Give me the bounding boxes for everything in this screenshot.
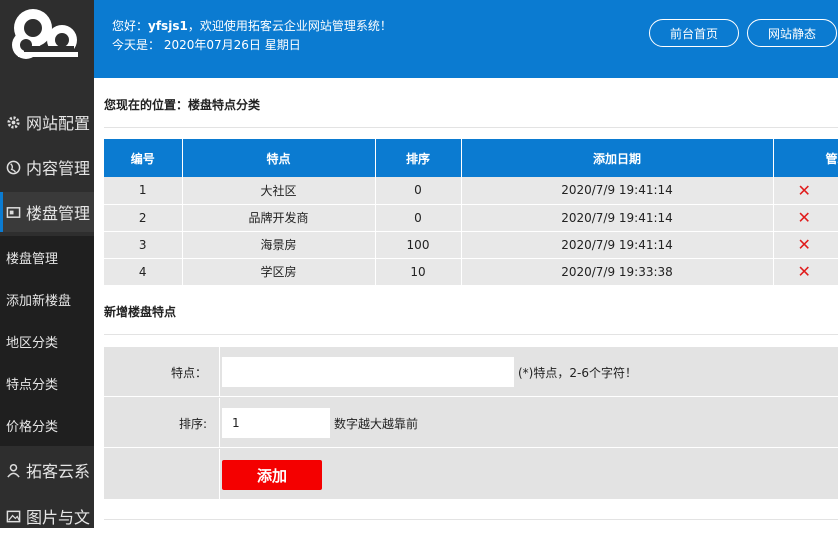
delete-icon[interactable]: ✕ xyxy=(798,235,811,254)
column-header-date: 添加日期 xyxy=(461,139,774,177)
greeting-suffix: ，欢迎使用拓客云企业网站管理系统！ xyxy=(187,19,392,33)
add-feature-form: 特点： (*)特点，2-6个字符！ 排序: 数字越大越靠前 添加 xyxy=(104,347,838,499)
cell-manage: ✕ xyxy=(773,231,838,259)
cell-date: 2020/7/9 19:41:14 xyxy=(461,231,774,259)
add-button[interactable]: 添加 xyxy=(222,460,322,490)
feature-hint: (*)特点，2-6个字符！ xyxy=(518,366,637,380)
date-line: 今天是： 2020年07月26日 星期日 xyxy=(112,38,301,52)
globe-icon xyxy=(5,159,21,175)
top-bar: 您好：yfsjs1，欢迎使用拓客云企业网站管理系统！ 今天是： 2020年07月… xyxy=(94,0,838,78)
feature-label: 特点： xyxy=(104,347,220,397)
greeting-prefix: 您好： xyxy=(112,19,149,33)
delete-icon[interactable]: ✕ xyxy=(798,208,811,227)
delete-icon[interactable]: ✕ xyxy=(798,262,811,281)
sidebar-subitem-label: 添加新楼盘 xyxy=(6,293,72,309)
column-header-manage: 管理 xyxy=(773,139,838,177)
static-site-button[interactable]: 网站静态 xyxy=(747,19,837,47)
logo xyxy=(0,0,94,78)
sidebar-item-label: 内容管理 xyxy=(26,159,91,178)
gear-icon xyxy=(5,114,21,130)
table-row: 4 学区房 10 2020/7/9 19:33:38 ✕ xyxy=(104,258,838,286)
sidebar-item-property[interactable]: 楼盘管理 xyxy=(0,192,94,232)
sidebar-subitem-label: 特点分类 xyxy=(6,377,59,393)
form-row-feature: 特点： (*)特点，2-6个字符！ xyxy=(104,347,838,397)
cell-date: 2020/7/9 19:41:14 xyxy=(461,204,774,232)
breadcrumb: 您现在的位置：楼盘特点分类 xyxy=(104,98,261,112)
cell-date: 2020/7/9 19:41:14 xyxy=(461,177,774,205)
sidebar-item-label: 楼盘管理 xyxy=(26,204,91,223)
sidebar: 网站配置 内容管理 楼盘管理 楼盘管理 添加新楼盘 地区分类 特点分类 价格分类… xyxy=(0,0,94,528)
cell-id: 3 xyxy=(104,231,183,259)
cell-manage: ✕ xyxy=(773,258,838,286)
column-header-id: 编号 xyxy=(104,139,183,177)
cell-date: 2020/7/9 19:33:38 xyxy=(461,258,774,286)
divider xyxy=(104,519,838,520)
divider xyxy=(104,127,838,128)
delete-icon[interactable]: ✕ xyxy=(798,181,811,200)
cell-order: 10 xyxy=(375,258,462,286)
sidebar-subitem-label: 地区分类 xyxy=(6,335,59,351)
add-feature-title: 新增楼盘特点 xyxy=(104,305,177,319)
cloud-logo-icon xyxy=(12,9,78,59)
table-row: 1 大社区 0 2020/7/9 19:41:14 ✕ xyxy=(104,177,838,205)
order-label: 排序: xyxy=(104,398,220,448)
cell-order: 100 xyxy=(375,231,462,259)
sidebar-subitem-property-manage[interactable]: 楼盘管理 xyxy=(0,236,94,278)
table-row: 2 品牌开发商 0 2020/7/9 19:41:14 ✕ xyxy=(104,204,838,232)
order-input[interactable] xyxy=(222,408,330,438)
cell-feature: 大社区 xyxy=(182,177,376,205)
sidebar-item-label: 拓客云系 xyxy=(26,462,91,481)
sidebar-item-label: 图片与文 xyxy=(26,508,91,527)
user-icon xyxy=(5,462,21,478)
sidebar-item-images[interactable]: 图片与文 xyxy=(0,496,94,536)
sidebar-subitem-region[interactable]: 地区分类 xyxy=(0,320,94,362)
column-header-feature: 特点 xyxy=(182,139,376,177)
cell-id: 2 xyxy=(104,204,183,232)
sidebar-subitem-price[interactable]: 价格分类 xyxy=(0,404,94,446)
cell-order: 0 xyxy=(375,177,462,205)
cell-manage: ✕ xyxy=(773,177,838,205)
sidebar-item-label: 网站配置 xyxy=(26,114,91,133)
feature-input[interactable] xyxy=(222,357,514,387)
cell-id: 4 xyxy=(104,258,183,286)
cell-feature: 学区房 xyxy=(182,258,376,286)
sidebar-item-content[interactable]: 内容管理 xyxy=(0,147,94,187)
sidebar-subitem-add-property[interactable]: 添加新楼盘 xyxy=(0,278,94,320)
cell-id: 1 xyxy=(104,177,183,205)
card-icon xyxy=(5,204,21,220)
divider xyxy=(104,334,838,335)
sidebar-item-site-config[interactable]: 网站配置 xyxy=(0,102,94,142)
cell-manage: ✕ xyxy=(773,204,838,232)
table-row: 3 海景房 100 2020/7/9 19:41:14 ✕ xyxy=(104,231,838,259)
sidebar-item-tuokeyun[interactable]: 拓客云系 xyxy=(0,450,94,490)
cell-feature: 海景房 xyxy=(182,231,376,259)
form-row-order: 排序: 数字越大越靠前 xyxy=(104,398,838,448)
sidebar-subitem-label: 价格分类 xyxy=(6,419,59,435)
form-row-submit: 添加 xyxy=(104,449,838,499)
cell-order: 0 xyxy=(375,204,462,232)
sidebar-subitem-label: 楼盘管理 xyxy=(6,251,59,267)
username: yfsjs1 xyxy=(148,19,188,33)
frontend-home-button[interactable]: 前台首页 xyxy=(649,19,739,47)
column-header-order: 排序 xyxy=(375,139,462,177)
image-icon xyxy=(5,508,21,524)
order-hint: 数字越大越靠前 xyxy=(334,417,419,431)
greeting: 您好：yfsjs1，欢迎使用拓客云企业网站管理系统！ 今天是： 2020年07月… xyxy=(112,17,392,55)
cell-feature: 品牌开发商 xyxy=(182,204,376,232)
submit-label-spacer xyxy=(104,449,220,499)
table-header-row: 编号 特点 排序 添加日期 管理 xyxy=(104,139,838,177)
feature-table: 编号 特点 排序 添加日期 管理 1 大社区 0 2020/7/9 19:41:… xyxy=(104,139,838,286)
sidebar-subitem-feature[interactable]: 特点分类 xyxy=(0,362,94,404)
